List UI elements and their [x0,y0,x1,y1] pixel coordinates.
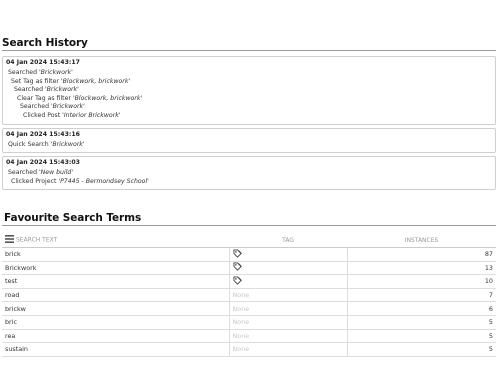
tag-none-label: None [232,291,250,300]
search-term-cell[interactable]: bric [2,315,230,330]
table-row[interactable]: road None 7 [2,288,496,303]
history-action-value: 'Blockwork, brickwork' [72,94,143,102]
tag-none-label: None [232,318,250,327]
history-entry: 04 Jan 2024 15:43:03 Searched 'New build'… [2,156,496,191]
instances-cell: 5 [347,342,496,357]
table-row[interactable]: brickw None 6 [2,301,496,316]
search-term-cell[interactable]: sustain [2,342,230,357]
history-action-value: 'Brickwork' [50,140,85,148]
instances-cell: 5 [347,315,496,330]
table-row[interactable]: rea None 5 [2,329,496,344]
instances-cell: 10 [347,274,496,289]
history-action-value: 'P7445 - Bermondsey School' [58,177,149,185]
history-timestamp: 04 Jan 2024 15:43:03 [6,159,80,167]
search-term-cell[interactable]: rea [2,329,230,344]
tag-icon[interactable] [232,276,242,287]
history-action[interactable]: Searched 'New build' [6,169,492,178]
search-term-cell[interactable]: road [2,288,230,303]
search-history-list: 04 Jan 2024 15:43:17 Searched 'Brickwork'… [2,56,496,193]
tag-none-label: None [232,304,250,313]
instances-cell: 87 [347,247,496,262]
menu-icon[interactable] [5,235,14,245]
table-row[interactable]: test 10 [2,274,496,289]
column-header-search-text[interactable]: SEARCH TEXT [2,233,229,248]
favourite-terms-table: SEARCH TEXT TAG INSTANCES brick 87 Brickwo… [2,233,496,357]
history-action-label: Searched [14,86,45,94]
history-action[interactable]: Clear Tag as filter 'Blockwork, brickwor… [6,95,492,104]
favourites-divider [2,225,496,226]
tag-cell[interactable] [229,247,348,262]
search-history-title: Search History [2,37,88,49]
tag-none-label: None [232,345,250,354]
history-action-value: 'Blockwork, brickwork' [60,77,131,85]
tag-icon[interactable] [232,262,242,273]
history-action-label: Quick Search [8,140,51,148]
search-term-cell[interactable]: brick [2,247,230,262]
history-entry: 04 Jan 2024 15:43:16 Quick Search 'Brickw… [2,127,496,154]
tag-cell[interactable] [229,274,348,289]
instances-cell: 7 [347,288,496,303]
search-term-cell[interactable]: test [2,274,230,289]
tag-none-label: None [232,331,250,340]
history-action[interactable]: Searched 'Brickwork' [6,86,492,95]
history-action-label: Clicked Project [11,177,59,185]
favourite-search-terms-title: Favourite Search Terms [4,212,142,224]
table-row[interactable]: bric None 5 [2,315,496,330]
tag-icon[interactable] [232,249,242,260]
tag-cell[interactable]: None [229,301,348,316]
history-action[interactable]: Quick Search 'Brickwork' [6,141,492,150]
table-row[interactable]: brick 87 [2,247,496,262]
search-term-cell[interactable]: brickw [2,301,230,316]
tag-cell[interactable]: None [229,329,348,344]
table-row[interactable]: sustain None 5 [2,342,496,357]
history-action-label: Clicked Post [23,111,63,119]
column-header-instances[interactable]: INSTANCES [347,233,496,248]
history-action-value: 'Brickwork' [44,86,79,94]
tag-cell[interactable]: None [229,315,348,330]
instances-cell: 13 [347,261,496,276]
history-action-value: 'New build' [38,169,74,177]
history-action[interactable]: Clicked Post 'Interior Brickwork' [6,112,492,121]
column-label-search-text: SEARCH TEXT [16,236,58,244]
history-action[interactable]: Searched 'Brickwork' [6,103,492,112]
history-action-label: Clear Tag as filter [17,94,73,102]
history-action[interactable]: Searched 'Brickwork' [6,69,492,78]
history-action-label: Set Tag as filter [11,77,61,85]
instances-cell: 6 [347,301,496,316]
search-history-divider [2,50,496,51]
history-action-value: 'Interior Brickwork' [62,111,121,119]
history-action-value: 'Brickwork' [38,69,73,76]
tag-cell[interactable]: None [229,342,348,357]
column-header-tag[interactable]: TAG [229,233,347,248]
history-action-label: Searched [8,69,39,76]
history-action[interactable]: Set Tag as filter 'Blockwork, brickwork' [6,78,492,87]
history-action-value: 'Brickwork' [50,103,85,111]
history-timestamp: 04 Jan 2024 15:43:16 [6,130,80,138]
tag-cell[interactable]: None [229,288,348,303]
search-term-cell[interactable]: Brickwork [2,261,230,276]
history-action[interactable]: Clicked Project 'P7445 - Bermondsey Scho… [6,178,492,187]
table-header-row: SEARCH TEXT TAG INSTANCES [2,233,496,248]
table-row[interactable]: Brickwork 13 [2,261,496,276]
history-entry: 04 Jan 2024 15:43:17 Searched 'Brickwork'… [2,56,496,125]
instances-cell: 5 [347,329,496,344]
tag-cell[interactable] [229,261,348,276]
history-action-label: Searched [20,103,51,111]
history-action-label: Searched [8,169,39,177]
history-timestamp: 04 Jan 2024 15:43:17 [6,59,80,66]
